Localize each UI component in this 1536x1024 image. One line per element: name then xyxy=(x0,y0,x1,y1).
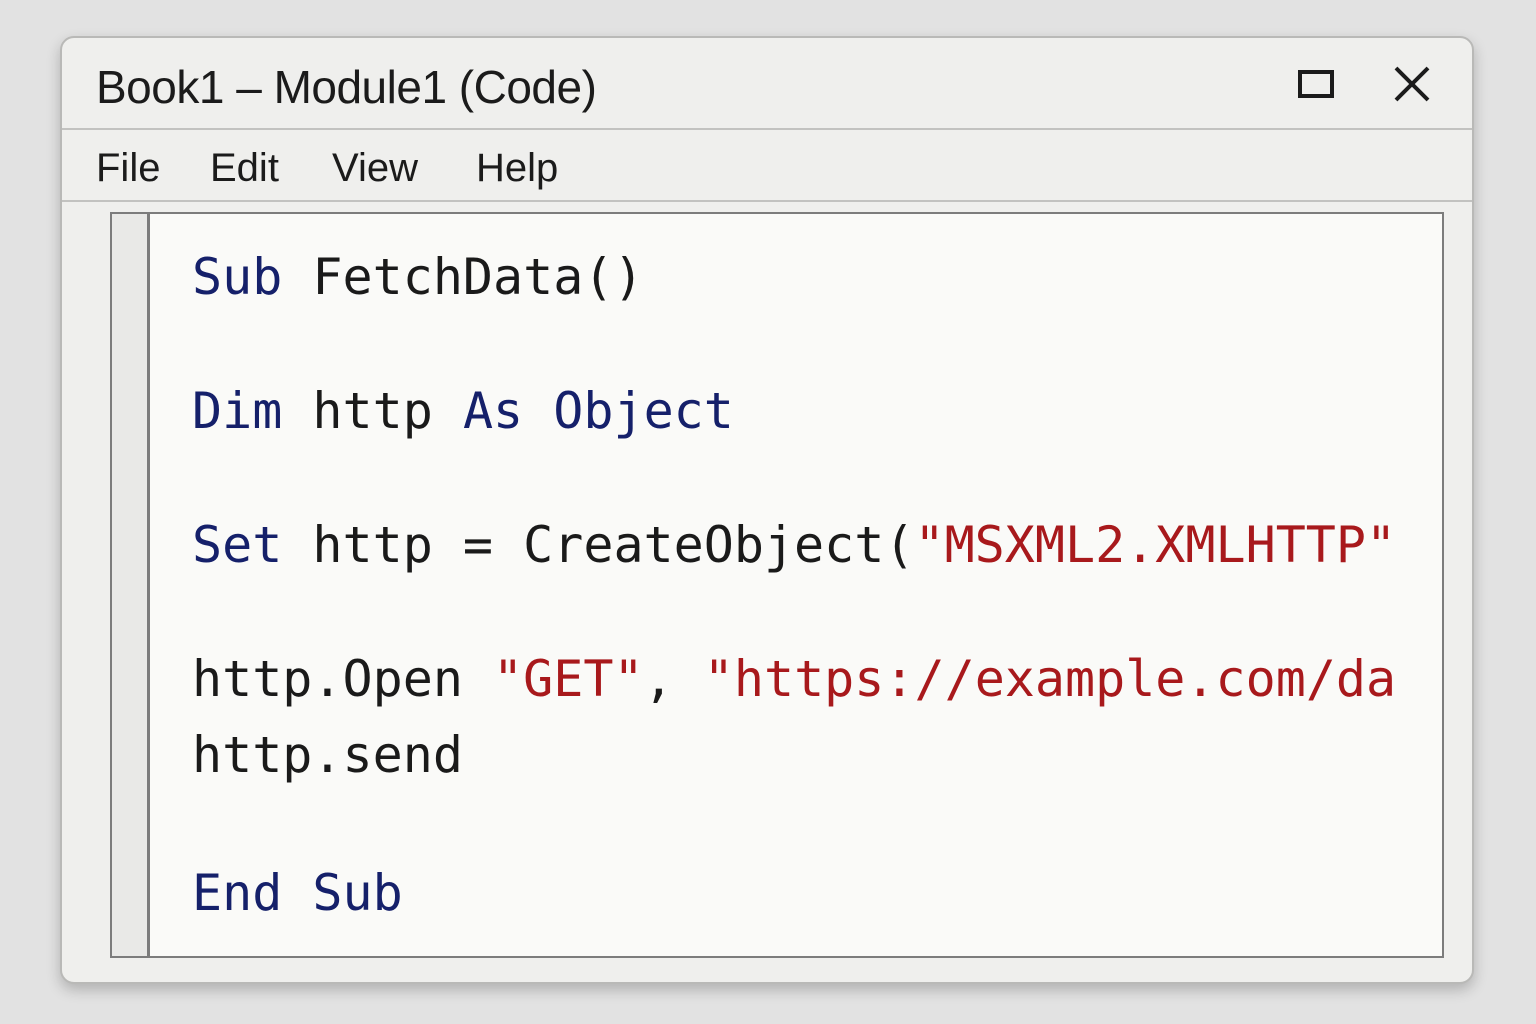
code-string: "https://example.com/da xyxy=(703,650,1397,708)
menu-view[interactable]: View xyxy=(332,146,418,191)
margin-indicator-bar[interactable] xyxy=(112,214,150,956)
code-string: "GET" xyxy=(493,650,644,708)
code-editor[interactable]: Sub FetchData() Dim http As Object Set h… xyxy=(110,212,1444,958)
code-area[interactable]: Sub FetchData() Dim http As Object Set h… xyxy=(192,214,1442,956)
code-keyword: Object xyxy=(553,382,734,440)
code-window: Book1 – Module1 (Code) File Edit View He… xyxy=(60,36,1474,984)
code-text: http xyxy=(282,382,463,440)
maximize-button[interactable] xyxy=(1294,62,1338,106)
code-line-set[interactable]: Set http = CreateObject("MSXML2.XMLHTTP" xyxy=(192,514,1396,576)
code-keyword: Sub xyxy=(312,864,403,922)
code-keyword: Sub xyxy=(192,248,283,306)
code-line-open[interactable]: http.Open "GET", "https://example.com/da xyxy=(192,648,1396,710)
code-keyword: Dim xyxy=(192,382,283,440)
title-bar[interactable]: Book1 – Module1 (Code) xyxy=(62,38,1472,130)
maximize-icon xyxy=(1298,70,1334,98)
close-icon xyxy=(1394,66,1430,102)
code-line-dim[interactable]: Dim http As Object xyxy=(192,380,734,442)
code-line-send[interactable]: http.send xyxy=(192,724,463,786)
code-string: "MSXML2.XMLHTTP" xyxy=(914,516,1397,574)
code-text: FetchData() xyxy=(282,248,644,306)
code-keyword: Set xyxy=(192,516,283,574)
menu-bar: File Edit View Help xyxy=(62,130,1472,202)
code-keyword: End xyxy=(192,864,283,922)
code-text: http = CreateObject( xyxy=(282,516,915,574)
code-line-sub[interactable]: Sub FetchData() xyxy=(192,246,644,308)
close-button[interactable] xyxy=(1390,62,1434,106)
code-text: http.send xyxy=(192,726,463,784)
menu-help[interactable]: Help xyxy=(476,146,558,191)
menu-file[interactable]: File xyxy=(96,146,160,191)
code-text: http.Open xyxy=(192,650,494,708)
window-title: Book1 – Module1 (Code) xyxy=(96,61,597,113)
code-line-end-sub[interactable]: End Sub xyxy=(192,862,403,924)
code-keyword: As xyxy=(462,382,524,440)
menu-edit[interactable]: Edit xyxy=(210,146,279,191)
code-text: , xyxy=(643,650,704,708)
